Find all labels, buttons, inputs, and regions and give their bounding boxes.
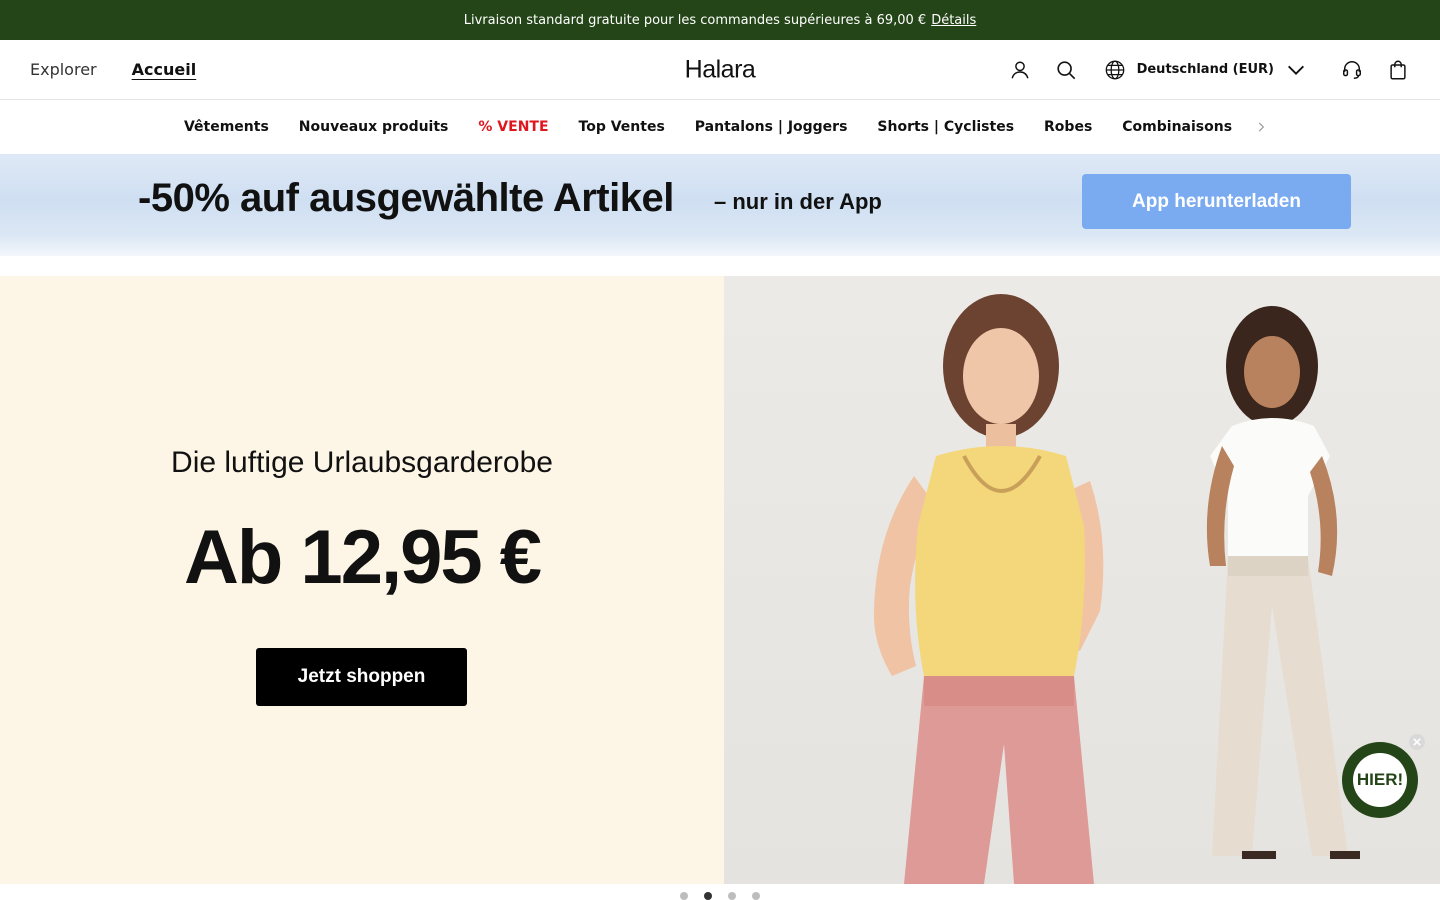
chevron-down-icon [1284, 58, 1308, 82]
carousel-dots [0, 892, 1440, 900]
search-icon[interactable] [1054, 58, 1078, 82]
header-right: Deutschland (EUR) [1008, 58, 1410, 82]
carousel-dot-4[interactable] [752, 892, 760, 900]
nav-item-vente[interactable]: % VENTE [463, 119, 563, 135]
region-selector[interactable]: Deutschland (EUR) [1103, 58, 1308, 82]
header-left: Explorer Accueil [30, 60, 196, 79]
carousel-dot-2[interactable] [704, 892, 712, 900]
promo-details-link[interactable]: Détails [931, 13, 976, 28]
header: Explorer Accueil Halara Deutschland (EUR… [0, 40, 1440, 100]
app-promo-banner[interactable]: -50% auf ausgewählte Artikel – nur in de… [0, 154, 1440, 256]
nav-item-shorts-cyclistes[interactable]: Shorts | Cyclistes [862, 119, 1029, 135]
nav-item-robes[interactable]: Robes [1029, 119, 1107, 135]
nav-item-combinaisons[interactable]: Combinaisons [1107, 119, 1247, 135]
nav-item-nouveaux-produits[interactable]: Nouveaux produits [284, 119, 464, 135]
hero-price: Ab 12,95 € [184, 515, 542, 600]
customer-service-icon[interactable] [1340, 58, 1364, 82]
promo-bar: Livraison standard gratuite pour les com… [0, 0, 1440, 40]
hero-tagline: Die luftige Urlaubsgarderobe [171, 446, 553, 479]
shopping-bag-icon[interactable] [1386, 58, 1410, 82]
app-banner-headline: -50% auf ausgewählte Artikel [138, 176, 674, 220]
close-icon[interactable] [1409, 734, 1425, 750]
nav-item-top-ventes[interactable]: Top Ventes [564, 119, 680, 135]
category-nav: Vêtements Nouveaux produits % VENTE Top … [0, 100, 1440, 154]
logo[interactable]: Halara [685, 55, 756, 84]
app-banner-subtext: – nur in der App [714, 189, 882, 214]
hero-image[interactable] [724, 276, 1440, 884]
carousel-dot-1[interactable] [680, 892, 688, 900]
region-label: Deutschland (EUR) [1136, 62, 1274, 77]
nav-item-pantalons-joggers[interactable]: Pantalons | Joggers [680, 119, 863, 135]
promo-text: Livraison standard gratuite pour les com… [463, 12, 927, 28]
gift-badge-label: HIER! [1353, 753, 1407, 807]
chevron-right-icon[interactable] [1251, 117, 1271, 137]
hero-text-panel: Die luftige Urlaubsgarderobe Ab 12,95 € … [0, 276, 724, 884]
shop-now-button[interactable]: Jetzt shoppen [256, 648, 467, 706]
accueil-link[interactable]: Accueil [132, 60, 197, 79]
nav-item-vetements[interactable]: Vêtements [169, 119, 284, 135]
models-illustration [874, 294, 1360, 884]
gift-badge[interactable]: HIER! [1342, 742, 1418, 818]
download-app-button[interactable]: App herunterladen [1082, 174, 1351, 229]
globe-icon [1103, 58, 1127, 82]
account-icon[interactable] [1008, 58, 1032, 82]
hero-carousel: Die luftige Urlaubsgarderobe Ab 12,95 € … [0, 276, 1440, 884]
explorer-link[interactable]: Explorer [30, 60, 97, 79]
carousel-dot-3[interactable] [728, 892, 736, 900]
